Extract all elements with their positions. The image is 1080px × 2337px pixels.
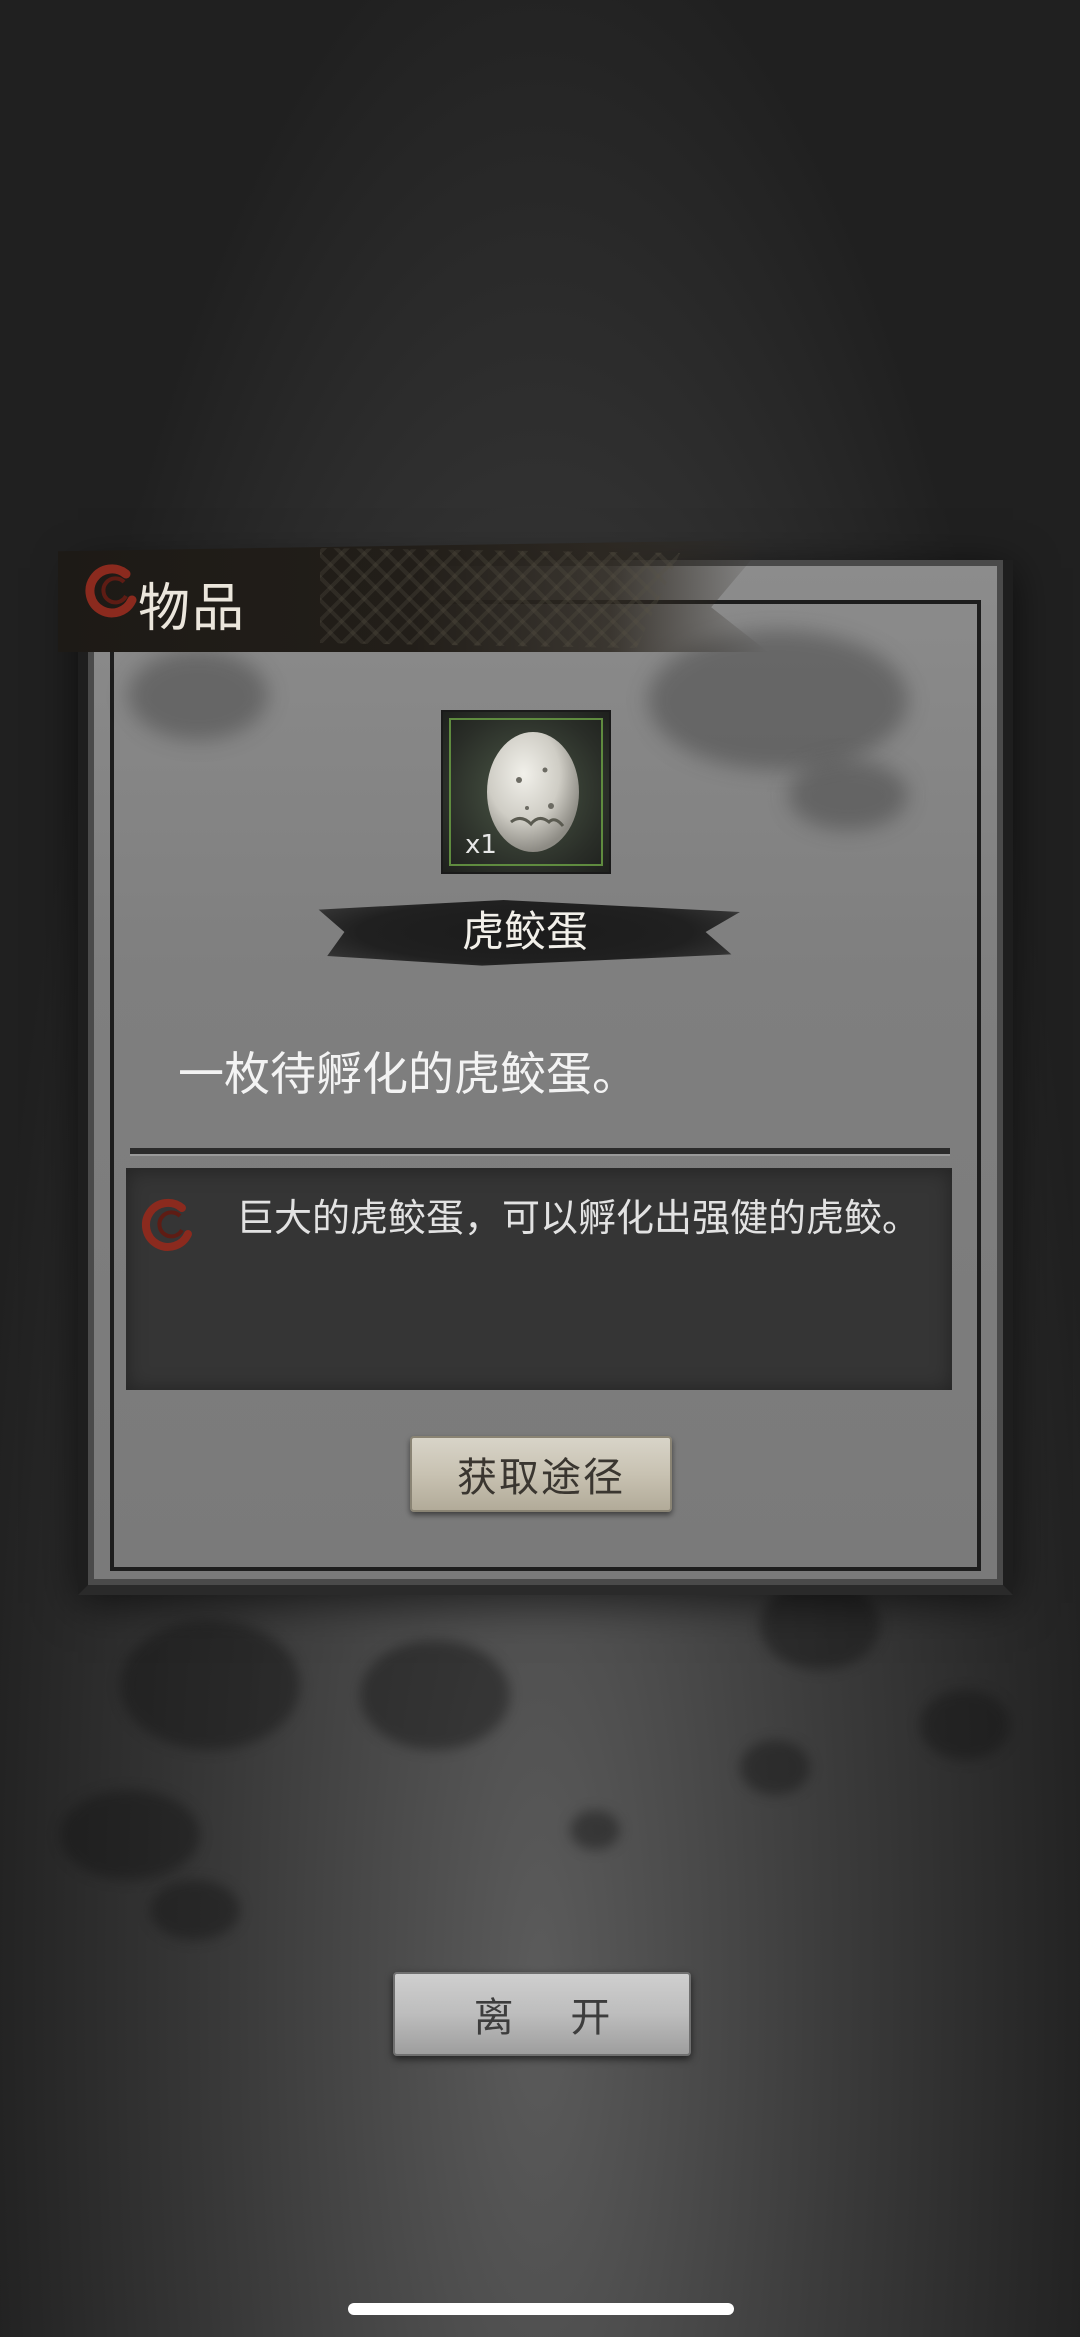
panel-title: 物品	[138, 579, 247, 639]
ink-blot	[360, 1640, 510, 1750]
header-pattern	[320, 548, 680, 648]
item-name: 虎鲛蛋	[461, 907, 588, 956]
home-indicator[interactable]	[348, 2303, 734, 2315]
leave-button[interactable]: 离 开	[393, 1972, 691, 2056]
ink-blot	[570, 1810, 620, 1850]
ink-swirl-logo-icon	[85, 564, 137, 618]
panel-smudge	[128, 650, 268, 740]
divider	[130, 1148, 950, 1156]
item-short-description: 一枚待孵化的虎鲛蛋。	[178, 1047, 638, 1101]
panel-smudge	[788, 760, 908, 830]
item-count: x1	[465, 830, 497, 860]
item-slot[interactable]: x1	[441, 710, 611, 874]
ink-blot	[60, 1790, 200, 1880]
item-detail-description: 巨大的虎鲛蛋，可以孵化出强健的虎鲛。	[236, 1196, 921, 1240]
ink-blot	[740, 1740, 810, 1795]
ink-blot	[920, 1690, 1010, 1760]
acquisition-source-button[interactable]: 获取途径	[410, 1436, 672, 1512]
ink-blot	[150, 1880, 240, 1940]
ink-blot	[120, 1620, 300, 1750]
ink-swirl-logo-icon	[141, 1198, 192, 1251]
